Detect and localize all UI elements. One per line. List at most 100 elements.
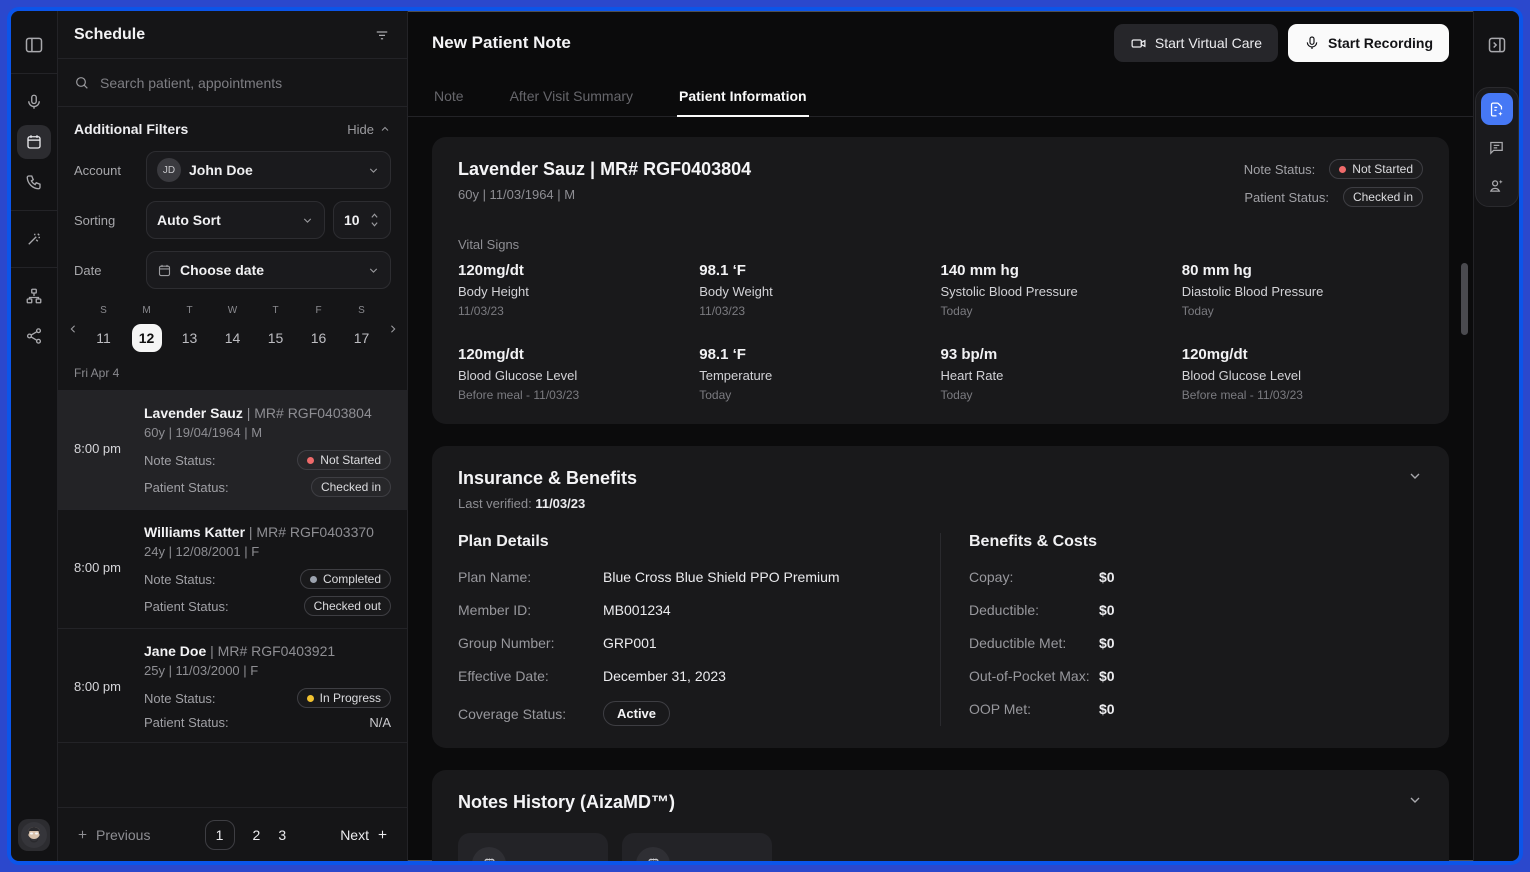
note-status-label: Note Status: (144, 691, 216, 706)
patient-demographics: 60y | 19/04/1964 | M (144, 425, 391, 440)
additional-filters: Additional Filters Hide Account JD John … (58, 107, 407, 303)
hide-label: Hide (347, 122, 374, 137)
sorting-count-value: 10 (344, 212, 360, 228)
collapse-panel-right-icon[interactable] (1480, 28, 1514, 62)
org-chart-icon[interactable] (17, 279, 51, 313)
note-history-item[interactable]: Note 11/03/23 (458, 833, 608, 861)
next-week-icon[interactable] (383, 320, 401, 338)
start-virtual-care-button[interactable]: Start Virtual Care (1114, 24, 1278, 62)
next-page-button[interactable]: Next (340, 827, 389, 843)
tab-note[interactable]: Note (432, 78, 466, 116)
date-cell[interactable]: 11 (82, 324, 125, 352)
week-calendar: S M T W T F S 11 12 13 14 15 16 17 (58, 303, 407, 362)
person-sparkle-icon[interactable] (1481, 169, 1513, 201)
microphone-icon[interactable] (17, 85, 51, 119)
main-content: New Patient Note Start Virtual Care Star… (408, 11, 1473, 861)
appointment-card[interactable]: 8:00 pm Jane Doe | MR# RGF0403921 25y | … (58, 629, 407, 743)
page-button-3[interactable]: 3 (278, 827, 286, 843)
status-dot (1339, 166, 1346, 173)
plus-icon (76, 828, 89, 841)
account-label: Account (74, 163, 146, 178)
page-title: New Patient Note (432, 33, 571, 53)
tab-patient-information[interactable]: Patient Information (677, 78, 809, 116)
magic-wand-icon[interactable] (17, 222, 51, 256)
status-dot (307, 695, 314, 702)
page-button-1[interactable]: 1 (205, 820, 235, 850)
patient-name: Williams Katter (144, 524, 245, 540)
appointment-time: 8:00 pm (74, 405, 144, 497)
status-dot (310, 576, 317, 583)
patient-summary-card: Lavender Sauz | MR# RGF0403804 60y | 11/… (432, 137, 1449, 424)
benefit-row-value: $0 (1099, 635, 1115, 651)
filters-title: Additional Filters (74, 121, 188, 137)
collapse-insurance-chevron-icon[interactable] (1407, 468, 1423, 484)
notes-history-title: Notes History (AizaMD™) (458, 792, 675, 813)
day-letter: T (254, 305, 297, 316)
appointment-card[interactable]: 8:00 pm Lavender Sauz | MR# RGF0403804 6… (58, 391, 407, 510)
clipboard-icon (636, 847, 670, 861)
tab-bar: Note After Visit Summary Patient Informa… (408, 78, 1473, 117)
divider (11, 210, 57, 211)
previous-page-button[interactable]: Previous (76, 827, 150, 843)
date-cell-selected[interactable]: 12 (125, 324, 168, 352)
patient-name: Lavender Sauz (144, 405, 243, 421)
previous-week-icon[interactable] (64, 320, 82, 338)
plan-details-title: Plan Details (458, 533, 912, 551)
sidebar-toggle-icon[interactable] (17, 28, 51, 62)
date-cell[interactable]: 14 (211, 324, 254, 352)
chat-icon[interactable] (1481, 131, 1513, 163)
vitals-grid: 120mg/dtBody Height11/03/23 98.1 ‘FBody … (458, 262, 1423, 402)
plan-row-value: GRP001 (603, 635, 657, 651)
calendar-icon (157, 263, 172, 278)
phone-icon[interactable] (17, 165, 51, 199)
benefits-costs-section: Benefits & Costs Copay:$0 Deductible:$0 … (969, 533, 1423, 726)
date-select[interactable]: Choose date (146, 251, 391, 289)
last-verified-label: Last verified: (458, 496, 532, 511)
divider (11, 267, 57, 268)
insurance-title: Insurance & Benefits (458, 468, 637, 489)
calendar-icon[interactable] (17, 125, 51, 159)
clipboard-icon (472, 847, 506, 861)
tab-after-visit-summary[interactable]: After Visit Summary (508, 78, 635, 116)
vital-item: 120mg/dtBlood Glucose LevelBefore meal -… (1182, 346, 1423, 402)
ai-note-document-icon[interactable] (1481, 93, 1513, 125)
sorting-count-stepper[interactable]: 10 (333, 201, 391, 239)
search-bar (58, 59, 407, 107)
stepper-updown-icon[interactable] (369, 212, 380, 228)
note-history-item[interactable]: Note 07/02/23 (622, 833, 772, 861)
date-cell[interactable]: 13 (168, 324, 211, 352)
patient-mr: | MR# RGF0403370 (249, 524, 374, 540)
sorting-label: Sorting (74, 213, 146, 228)
benefit-row-value: $0 (1099, 602, 1115, 618)
share-icon[interactable] (17, 319, 51, 353)
filter-icon[interactable] (373, 26, 391, 44)
day-letter: W (211, 305, 254, 316)
page-button-2[interactable]: 2 (253, 827, 261, 843)
scrollbar-thumb[interactable] (1461, 263, 1468, 335)
search-input[interactable] (100, 75, 391, 91)
user-avatar[interactable] (18, 819, 50, 851)
vital-item: 93 bp/mHeart RateToday (941, 346, 1182, 402)
vitals-title: Vital Signs (458, 237, 1423, 252)
date-cell[interactable]: 15 (254, 324, 297, 352)
day-letter: S (340, 305, 383, 316)
account-value: John Doe (189, 162, 359, 178)
plus-icon (376, 828, 389, 841)
left-icon-rail (11, 11, 58, 861)
patient-card-title: Lavender Sauz | MR# RGF0403804 (458, 159, 751, 180)
schedule-title: Schedule (74, 26, 145, 44)
date-cell[interactable]: 16 (297, 324, 340, 352)
collapse-notes-chevron-icon[interactable] (1407, 792, 1423, 808)
patient-demographics: 25y | 11/03/2000 | F (144, 663, 391, 678)
sorting-select[interactable]: Auto Sort (146, 201, 325, 239)
start-recording-button[interactable]: Start Recording (1288, 24, 1449, 62)
patient-card-demographics: 60y | 11/03/1964 | M (458, 187, 751, 202)
account-select[interactable]: JD John Doe (146, 151, 391, 189)
search-icon (74, 75, 90, 91)
appointment-card[interactable]: 8:00 pm Williams Katter | MR# RGF0403370… (58, 510, 407, 629)
coverage-status-badge: Active (603, 701, 670, 726)
date-cell[interactable]: 17 (340, 324, 383, 352)
vital-item: 98.1 ‘FTemperatureToday (699, 346, 940, 402)
hide-filters-button[interactable]: Hide (347, 122, 391, 137)
vital-item: 120mg/dtBlood Glucose LevelBefore meal -… (458, 346, 699, 402)
